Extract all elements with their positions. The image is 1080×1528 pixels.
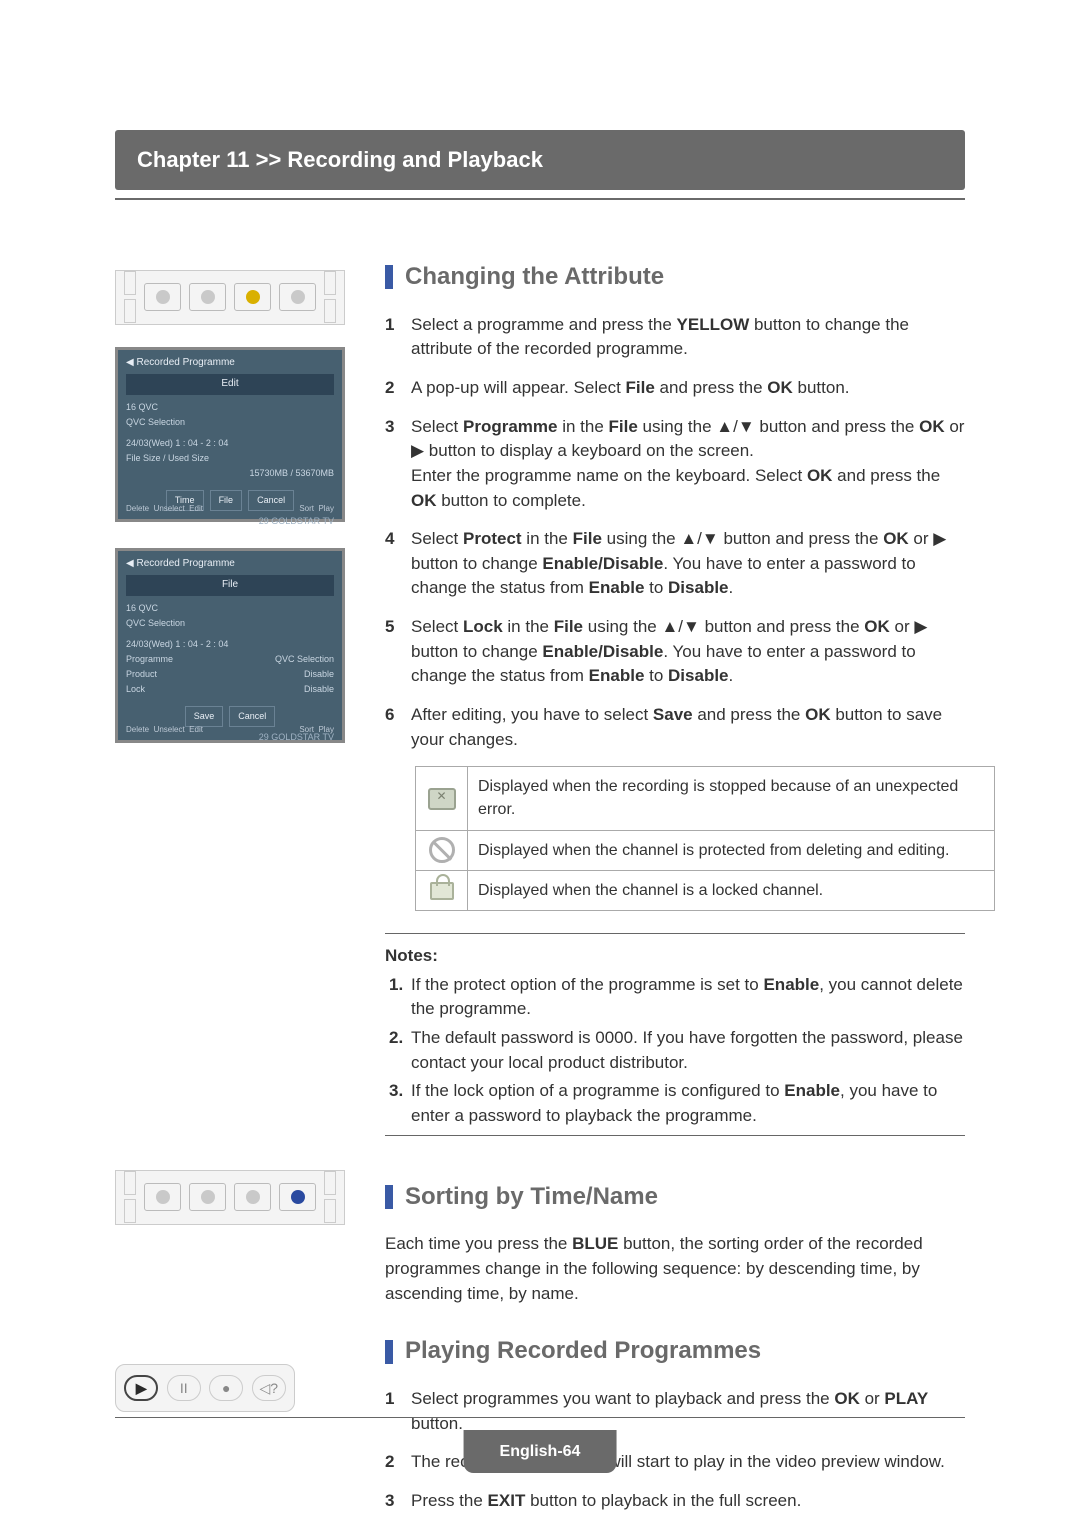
remote-strip-blue <box>115 1170 345 1225</box>
error-icon <box>428 788 456 810</box>
sort-body: Each time you press the BLUE button, the… <box>385 1232 965 1306</box>
remote-strip-play: ▶ II ● ◁? <box>115 1364 295 1412</box>
protect-icon <box>429 837 455 863</box>
tv-screenshot-file: ◀ Recorded Programme File 16 QVC QVC Sel… <box>115 548 345 743</box>
steps-attribute: 1Select a programme and press the YELLOW… <box>385 313 965 753</box>
blue-button-icon <box>279 1183 316 1211</box>
chapter-divider <box>115 198 965 200</box>
tv-screenshot-edit: ◀ Recorded Programme Edit 16 QVC QVC Sel… <box>115 347 345 522</box>
chapter-banner: Chapter 11 >> Recording and Playback <box>115 130 965 190</box>
page-number-badge: English-64 <box>464 1430 617 1473</box>
section-title-play: Playing Recorded Programmes <box>385 1334 965 1369</box>
notes-block: Notes: 1.If the protect option of the pr… <box>385 944 965 1128</box>
play-button-icon: ▶ <box>124 1375 158 1401</box>
stop-button-icon: ● <box>209 1375 243 1401</box>
pause-button-icon: II <box>167 1375 201 1401</box>
yellow-button-icon <box>234 283 271 311</box>
remote-strip-yellow <box>115 270 345 325</box>
rewind-button-icon: ◁? <box>252 1375 286 1401</box>
section-title-sort: Sorting by Time/Name <box>385 1180 965 1215</box>
icon-meaning-table: Displayed when the recording is stopped … <box>415 766 995 911</box>
section-title-attribute: Changing the Attribute <box>385 260 965 295</box>
lock-icon <box>430 882 454 900</box>
footer-divider <box>115 1417 965 1418</box>
